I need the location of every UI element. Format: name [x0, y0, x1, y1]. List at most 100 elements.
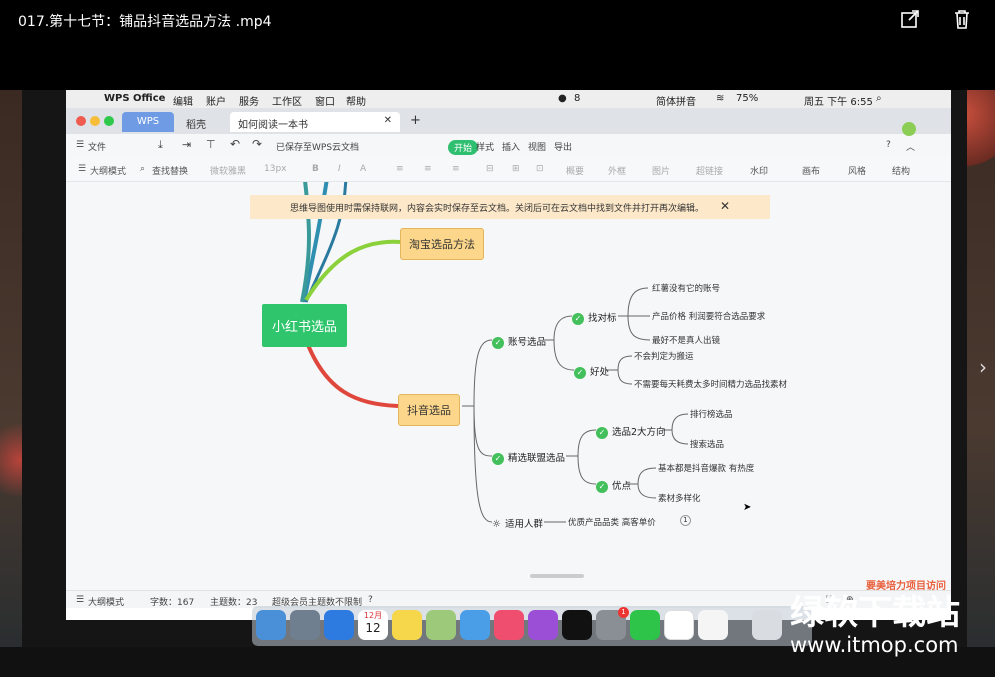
leaf-benefit-2[interactable]: 不需要每天耗费太多时间精力选品找素材 — [634, 378, 787, 390]
tab-daoke[interactable]: 稻壳 — [178, 112, 228, 132]
leaf-direction-2[interactable]: 搜索选品 — [690, 438, 724, 450]
launchpad-icon[interactable] — [290, 610, 320, 640]
node-douyin[interactable]: 抖音选品 — [398, 394, 460, 426]
menu-edit[interactable]: 编辑 — [173, 93, 193, 108]
outline-mode-button[interactable]: 大纲模式 — [90, 164, 126, 177]
help-icon[interactable]: ? — [886, 140, 891, 150]
avatar[interactable] — [902, 122, 916, 136]
canvas-button[interactable]: 画布 — [802, 164, 820, 177]
image-button[interactable]: 图片 — [652, 164, 670, 177]
align-right-icon[interactable]: ≡ — [452, 164, 460, 174]
format-painter-icon[interactable]: ⊤ — [206, 138, 216, 151]
maps-icon[interactable] — [426, 610, 456, 640]
font-size-select[interactable]: 13px — [264, 164, 287, 174]
wechat-icon[interactable] — [630, 610, 660, 640]
node-find-target[interactable]: ✓ 找对标 — [572, 310, 617, 325]
battery-label[interactable]: 75% — [736, 93, 758, 104]
close-notice-icon[interactable]: ✕ — [720, 199, 730, 213]
trash-dock-icon[interactable] — [752, 610, 782, 640]
photos-icon[interactable] — [698, 610, 728, 640]
node-audience[interactable]: ☼ 适用人群 — [492, 516, 543, 530]
export-icon[interactable]: ⇥ — [182, 138, 191, 151]
mindmap-root-node[interactable]: 小红书选品 — [262, 304, 348, 347]
music-icon[interactable] — [494, 610, 524, 640]
menu-service[interactable]: 服务 — [239, 93, 259, 108]
horizontal-scrollbar[interactable] — [530, 574, 584, 578]
align-left-icon[interactable]: ≡ — [396, 164, 404, 174]
notes-icon[interactable] — [392, 610, 422, 640]
finder-icon[interactable] — [256, 610, 286, 640]
trash-icon[interactable] — [951, 8, 973, 30]
wifi-icon[interactable]: ≋ — [716, 93, 724, 104]
file-menu[interactable]: 文件 — [88, 140, 106, 153]
apple-tv-icon[interactable] — [562, 610, 592, 640]
settings-icon[interactable]: 1 — [596, 607, 629, 640]
find-icon[interactable]: ⌕ — [140, 164, 145, 174]
leaf-direction-1[interactable]: 排行榜选品 — [690, 408, 733, 420]
node-advantages[interactable]: ✓ 优点 — [596, 478, 631, 493]
node-two-directions[interactable]: ✓ 选品2大方向 — [596, 424, 666, 439]
next-arrow-icon[interactable]: › — [979, 355, 987, 379]
style-button[interactable]: 风格 — [848, 164, 866, 177]
new-tab-icon[interactable]: + — [402, 112, 429, 132]
font-select[interactable]: 微软雅黑 — [210, 164, 246, 177]
node-benefit[interactable]: ✓ 好处 — [574, 364, 609, 379]
close-window-icon[interactable] — [76, 116, 86, 126]
leaf-benefit-1[interactable]: 不会判定为搬运 — [634, 350, 694, 362]
zoom-window-icon[interactable] — [104, 116, 114, 126]
tab-start[interactable]: 开始 — [448, 140, 479, 155]
wps-icon[interactable] — [664, 610, 694, 640]
status-outline-mode[interactable]: 大纲模式 — [88, 595, 124, 608]
ime-label[interactable]: 简体拼音 — [656, 93, 696, 108]
leaf-advantage-1[interactable]: 基本都是抖音爆款 有热度 — [658, 462, 754, 474]
podcasts-icon[interactable] — [528, 610, 558, 640]
audience-count-badge[interactable]: 1 — [680, 515, 691, 526]
close-tab-icon[interactable]: ✕ — [384, 115, 392, 126]
align-center-icon[interactable]: ≡ — [424, 164, 432, 174]
search-icon[interactable]: ⌕ — [876, 93, 882, 104]
menu-window[interactable]: 窗口 — [315, 93, 335, 108]
undo-icon[interactable]: ↶ — [230, 137, 240, 151]
redo-icon[interactable]: ↷ — [252, 137, 262, 151]
safari-icon[interactable] — [324, 610, 354, 640]
find-replace-button[interactable]: 查找替换 — [152, 164, 188, 177]
summary-button[interactable]: 概要 — [566, 164, 584, 177]
node-taobao[interactable]: 淘宝选品方法 — [400, 228, 484, 260]
help-circle-icon[interactable]: ? — [368, 595, 373, 605]
font-color-icon[interactable]: A — [360, 164, 366, 174]
tab-insert[interactable]: 插入 — [502, 140, 520, 153]
outline-icon[interactable]: ☰ — [76, 595, 84, 605]
wechat-status-icon[interactable]: ● — [558, 93, 567, 104]
italic-icon[interactable]: I — [338, 164, 341, 174]
watermark-button[interactable]: 水印 — [750, 164, 768, 177]
menu-lines-icon[interactable]: ☰ — [76, 140, 84, 150]
tab-document[interactable]: 如何阅读一本书 ✕ — [230, 112, 400, 132]
leaf-find-target-3[interactable]: 最好不是真人出镜 — [652, 334, 720, 346]
frame-button[interactable]: 外框 — [608, 164, 626, 177]
leaf-find-target-2[interactable]: 产品价格 利润要符合选品要求 — [652, 310, 765, 322]
tab-view[interactable]: 视图 — [528, 140, 546, 153]
messages-icon[interactable] — [460, 610, 490, 640]
structure-button[interactable]: 结构 — [892, 164, 910, 177]
menu-account[interactable]: 账户 — [206, 93, 226, 108]
insert-sibling-icon[interactable]: ⊞ — [512, 164, 520, 174]
tab-export[interactable]: 导出 — [554, 140, 572, 153]
leaf-audience[interactable]: 优质产品品类 高客单价 — [568, 516, 656, 528]
collapse-icon[interactable]: ︿ — [906, 140, 915, 153]
clock-label[interactable]: 周五 下午 6:55 — [804, 93, 873, 108]
mindmap-canvas[interactable]: 思维导图使用时需保持联网，内容会实时保存至云文档。关闭后可在云文档中找到文件并打… — [66, 182, 951, 590]
minimize-window-icon[interactable] — [90, 116, 100, 126]
share-icon[interactable] — [899, 8, 921, 30]
leaf-find-target-1[interactable]: 红薯没有它的账号 — [652, 282, 720, 294]
outline-icon[interactable]: ☰ — [78, 164, 86, 174]
node-account[interactable]: ✓ 账号选品 — [492, 334, 546, 349]
save-icon[interactable]: ⤓ — [158, 138, 163, 152]
tab-wps[interactable]: WPS — [122, 112, 174, 132]
leaf-advantage-2[interactable]: 素材多样化 — [658, 492, 701, 504]
menu-app-name[interactable]: WPS Office — [104, 93, 165, 104]
insert-child-icon[interactable]: ⊡ — [536, 164, 544, 174]
bold-icon[interactable]: B — [312, 164, 319, 174]
menu-workspace[interactable]: 工作区 — [272, 93, 302, 108]
tab-style[interactable]: 样式 — [476, 140, 494, 153]
hyperlink-button[interactable]: 超链接 — [696, 164, 723, 177]
